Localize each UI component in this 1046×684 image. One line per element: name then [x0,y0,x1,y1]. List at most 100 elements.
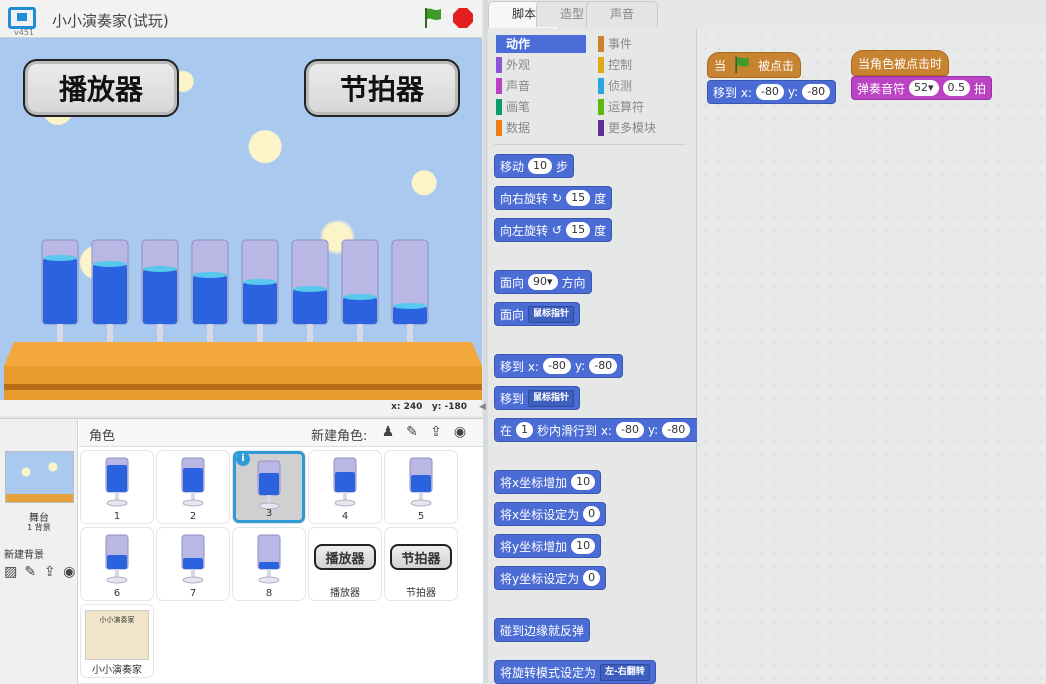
tab-sounds[interactable]: 声音 [586,1,658,27]
category-8[interactable]: 数据 [496,119,586,137]
shelf [4,342,482,400]
paint-brush-icon[interactable]: ✎ [23,563,39,581]
camera-icon[interactable]: ◉ [451,423,469,441]
new-sprite-tools: ♟ ✎ ⇪ ◉ [379,423,469,441]
sprite-name: 节拍器 [406,588,436,599]
category-7[interactable]: 运算符 [598,98,688,116]
sprite-name: 1 [113,511,121,522]
project-title: 小小演奏家(试玩) [52,12,169,30]
block-bounce[interactable]: 碰到边缘就反弹 [494,618,591,642]
mouse-coords: x: 240 y: -180 [0,400,482,416]
backdrop-tools: ▨ ✎ ⇪ ◉ [3,563,77,581]
category-6[interactable]: 画笔 [496,98,586,116]
sprite-tile[interactable]: 节拍器 节拍器 [385,528,457,600]
sprite-tile[interactable]: 8 [233,528,305,600]
upload-icon[interactable]: ⇪ [42,563,58,581]
category-list: 动作 事件 外观 控制 声音 侦测 画笔 运算符 数据 更多模块 [488,28,697,146]
info-icon[interactable]: i [236,452,250,466]
camera-icon[interactable]: ◉ [62,563,78,581]
block-glide[interactable]: 在 1 秒内滑行到 x: -80 y: -80 [494,418,697,442]
block-goto-xy[interactable]: 移到 x: -80 y: -80 [494,354,624,378]
sprite-name: 8 [265,588,273,599]
category-5[interactable]: 侦测 [598,77,688,95]
sprite-tile[interactable]: 5 [385,451,457,523]
metronome-button[interactable]: 节拍器 [304,59,460,117]
category-0[interactable]: 动作 [496,35,586,53]
glass-thumbnail [257,534,281,584]
block-point-towards[interactable]: 面向 鼠标指针 [494,302,581,326]
glass-thumbnail [257,460,281,510]
upload-icon[interactable]: ⇪ [427,423,445,441]
backdrop-count: 1 背景 [27,523,51,532]
rotate-left-icon: ↺ [552,223,563,237]
new-backdrop-label: 新建背景 [4,550,44,561]
scripts-area[interactable]: 当 被点击 移到 x: -80 y: -80 当角色被点击时 弹奏音符 52▾ 0.5 拍 [698,28,1046,683]
fullscreen-icon[interactable] [8,7,36,29]
green-flag-icon[interactable] [421,6,445,30]
sheet-thumbnail: 小小演奏家 [85,610,149,660]
sprite-name: 5 [417,511,425,522]
sprite-library-icon[interactable]: ♟ [379,423,397,441]
block-turn-left[interactable]: 向左旋转 ↺ 15 度 [494,218,613,242]
script-goto-xy[interactable]: 移到 x: -80 y: -80 [707,80,837,104]
category-4[interactable]: 声音 [496,77,586,95]
sprite-pane: 舞台 1 背景 新建背景 ▨ ✎ ⇪ ◉ 角色 新建角色: ♟ ✎ ⇪ ◉ 1 2… [0,418,483,684]
sprite-tile[interactable]: 4 [309,451,381,523]
category-separator [494,144,686,145]
sprite-name: 小小演奏家 [92,665,142,676]
block-palette: 动作 事件 外观 控制 声音 侦测 画笔 运算符 数据 更多模块 移动 10 步 向右旋转 ↻ 15 度 向… [488,28,697,684]
sprite-name: 3 [265,508,273,519]
sprites-label: 角色 [89,429,116,444]
image-library-icon[interactable]: ▨ [3,563,19,581]
category-3[interactable]: 控制 [598,56,688,74]
stage-column: 舞台 1 背景 新建背景 ▨ ✎ ⇪ ◉ [0,419,78,684]
coord-y: -180 [444,402,467,412]
collapse-arrow-icon[interactable]: ◀ [479,402,486,412]
block-change-x[interactable]: 将x坐标增加 10 [494,470,602,494]
sprite-name: 2 [189,511,197,522]
sprite-tile[interactable]: i3 [233,451,305,523]
block-point-direction[interactable]: 面向 90▾ 方向 [494,270,592,294]
category-9[interactable]: 更多模块 [598,119,688,137]
glass-thumbnail [105,534,129,584]
sprite-name: 7 [189,588,197,599]
sprite-tile[interactable]: 播放器 播放器 [309,528,381,600]
stop-icon[interactable] [452,7,474,29]
block-goto[interactable]: 移到 鼠标指针 [494,386,581,410]
glass-thumbnail [105,457,129,507]
sprite-tile[interactable]: 小小演奏家 小小演奏家 [81,605,153,677]
block-set-y[interactable]: 将y坐标设定为 0 [494,566,607,590]
block-turn-right[interactable]: 向右旋转 ↻ 15 度 [494,186,613,210]
script-play-note[interactable]: 弹奏音符 52▾ 0.5 拍 [851,76,993,100]
category-2[interactable]: 外观 [496,56,586,74]
when-sprite-clicked-hat[interactable]: 当角色被点击时 [851,50,950,76]
coord-x: 240 [403,402,423,412]
green-flag-icon [735,56,749,74]
glass-thumbnail [181,534,205,584]
new-sprite-label: 新建角色: [311,429,368,444]
button-thumbnail: 节拍器 [390,544,452,570]
button-thumbnail: 播放器 [314,544,376,570]
paint-brush-icon[interactable]: ✎ [403,423,421,441]
block-rotation-style[interactable]: 将旋转模式设定为 左-右翻转 [494,660,656,684]
sprite-name: 4 [341,511,349,522]
block-set-x[interactable]: 将x坐标设定为 0 [494,502,607,526]
glass-thumbnail [333,457,357,507]
version-label: v451 [14,28,35,37]
block-move[interactable]: 移动 10 步 [494,154,575,178]
when-flag-clicked-hat[interactable]: 当 被点击 [707,52,802,78]
sprite-name: 6 [113,588,121,599]
sprite-header: 角色 新建角色: ♟ ✎ ⇪ ◉ [79,419,483,447]
sprite-name: 播放器 [330,588,360,599]
sprite-tile[interactable]: 7 [157,528,229,600]
stage-canvas[interactable]: 播放器 节拍器 [0,38,482,400]
sprite-tile[interactable]: 6 [81,528,153,600]
sprite-tile[interactable]: 2 [157,451,229,523]
glass-thumbnail [409,457,433,507]
stage-thumbnail[interactable] [5,451,74,503]
sprite-tile[interactable]: 1 [81,451,153,523]
block-change-y[interactable]: 将y坐标增加 10 [494,534,602,558]
player-button[interactable]: 播放器 [23,59,179,117]
category-1[interactable]: 事件 [598,35,688,53]
editor-tabs: 脚本 造型 声音 [488,0,698,28]
